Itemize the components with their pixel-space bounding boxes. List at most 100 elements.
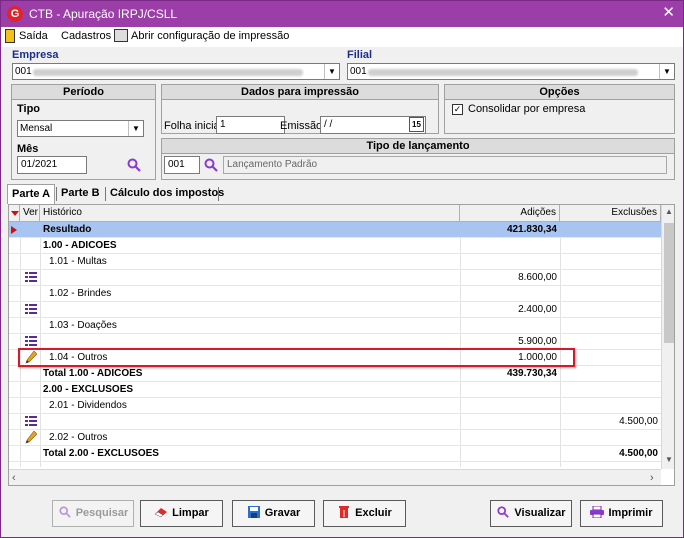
table-row[interactable]: 2.00 - EXCLUSOES bbox=[9, 382, 661, 398]
chevron-down-icon[interactable]: ▼ bbox=[659, 64, 674, 79]
tab-separator bbox=[218, 187, 219, 201]
visualizar-button[interactable]: Visualizar bbox=[490, 500, 572, 527]
table-row[interactable]: 8.600,00 bbox=[9, 270, 661, 286]
scroll-up-icon[interactable]: ▲ bbox=[662, 207, 674, 216]
table-row[interactable]: 2.400,00 bbox=[9, 302, 661, 318]
cell-historico: 2.01 - Dividendos bbox=[49, 400, 127, 411]
title-bar: G CTB - Apuração IRPJ/CSLL ✕ bbox=[1, 1, 683, 27]
row-indicator-icon bbox=[11, 226, 17, 234]
cell-historico: 2.02 - Outros bbox=[49, 432, 108, 443]
empresa-code: 001 bbox=[15, 66, 32, 77]
cell-adicoes bbox=[460, 238, 560, 254]
header-indicator-col bbox=[9, 205, 20, 222]
tab-calculo-impostos[interactable]: Cálculo dos impostos bbox=[106, 184, 228, 203]
table-row[interactable]: 1.00 - ADICOES bbox=[9, 238, 661, 254]
cell-exclusoes bbox=[560, 238, 661, 254]
cell-exclusoes bbox=[560, 254, 661, 270]
chevron-down-icon[interactable]: ▼ bbox=[324, 64, 339, 79]
cell-exclusoes bbox=[560, 270, 661, 286]
gravar-button[interactable]: Gravar bbox=[232, 500, 315, 527]
detail-list-icon[interactable] bbox=[25, 336, 37, 347]
table-row[interactable]: Total 1.00 - ADICOES 439.730,34 bbox=[9, 366, 661, 382]
consolidar-checkbox[interactable]: ✓ bbox=[452, 104, 463, 115]
cell-historico: 1.02 - Brindes bbox=[49, 288, 112, 299]
cell-exclusoes bbox=[560, 334, 661, 350]
cell-exclusoes bbox=[560, 430, 661, 446]
results-grid: Ver Histórico Adições Exclusões Resultad… bbox=[8, 204, 675, 486]
filial-code: 001 bbox=[350, 66, 367, 77]
scroll-thumb[interactable] bbox=[664, 223, 674, 343]
menu-registers[interactable]: Cadastros bbox=[61, 30, 111, 42]
mes-input[interactable]: 01/2021 bbox=[17, 156, 87, 174]
scroll-left-icon[interactable]: ‹ bbox=[12, 472, 16, 484]
menu-exit[interactable]: Saída bbox=[19, 30, 48, 42]
tab-parte-a[interactable]: Parte A bbox=[7, 184, 55, 204]
exit-door-icon[interactable] bbox=[5, 29, 15, 43]
folha-inicial-input[interactable]: 1 bbox=[216, 116, 285, 134]
cell-historico: 1.03 - Doações bbox=[49, 320, 117, 331]
search-icon[interactable] bbox=[127, 158, 141, 172]
header-ver[interactable]: Ver bbox=[20, 205, 40, 222]
cell-exclusoes bbox=[560, 286, 661, 302]
table-row[interactable]: 1.02 - Brindes bbox=[9, 286, 661, 302]
excluir-button[interactable]: Excluir bbox=[323, 500, 406, 527]
cell-historico bbox=[43, 302, 457, 318]
pencil-icon[interactable] bbox=[25, 430, 38, 444]
empresa-select[interactable]: 001 ▼ bbox=[12, 63, 340, 80]
tipo-lancamento-code-input[interactable]: 001 bbox=[164, 156, 200, 174]
cell-historico bbox=[43, 270, 457, 286]
vertical-scrollbar[interactable]: ▲ ▼ bbox=[661, 205, 674, 469]
scroll-down-icon[interactable]: ▼ bbox=[662, 455, 674, 464]
menu-print-config[interactable]: Abrir configuração de impressão bbox=[131, 30, 289, 42]
pesquisar-button[interactable]: Pesquisar bbox=[52, 500, 134, 527]
trash-icon bbox=[337, 503, 351, 518]
printer-icon bbox=[114, 29, 128, 42]
detail-list-icon[interactable] bbox=[25, 272, 37, 283]
limpar-button[interactable]: Limpar bbox=[140, 500, 223, 527]
filial-select[interactable]: 001 ▼ bbox=[347, 63, 675, 80]
cell-historico: 1.00 - ADICOES bbox=[43, 240, 117, 251]
tab-parte-b[interactable]: Parte B bbox=[57, 184, 104, 203]
table-row[interactable]: 1.03 - Doações bbox=[9, 318, 661, 334]
table-row[interactable]: 2.01 - Dividendos bbox=[9, 398, 661, 414]
header-adicoes[interactable]: Adições bbox=[460, 205, 560, 222]
table-row[interactable]: 4.500,00 bbox=[9, 414, 661, 430]
periodo-header: Período bbox=[12, 85, 155, 100]
opcoes-header: Opções bbox=[445, 85, 674, 100]
table-row[interactable]: Total 2.00 - EXCLUSOES 4.500,00 bbox=[9, 446, 661, 462]
tipo-select[interactable]: Mensal ▼ bbox=[17, 120, 144, 137]
cell-exclusoes bbox=[560, 350, 661, 366]
tipo-value: Mensal bbox=[20, 123, 53, 134]
cell-adicoes bbox=[460, 398, 560, 414]
cell-exclusoes bbox=[560, 398, 661, 414]
header-historico[interactable]: Histórico bbox=[40, 205, 460, 222]
cell-adicoes bbox=[460, 382, 560, 398]
calendar-icon[interactable]: 15 bbox=[409, 117, 424, 132]
emissao-label: Emissão bbox=[280, 120, 323, 132]
table-row[interactable]: Resultado 421.830,34 bbox=[9, 222, 661, 238]
cell-adicoes: 421.830,34 bbox=[506, 224, 557, 235]
pesquisar-label: Pesquisar bbox=[75, 507, 129, 519]
scroll-right-icon[interactable]: › bbox=[650, 472, 654, 484]
detail-list-icon[interactable] bbox=[25, 304, 37, 315]
chevron-down-icon[interactable]: ▼ bbox=[128, 121, 143, 136]
visualizar-label: Visualizar bbox=[514, 507, 566, 519]
search-icon bbox=[496, 503, 510, 518]
cell-exclusoes bbox=[560, 302, 661, 318]
header-exclusoes[interactable]: Exclusões bbox=[560, 205, 661, 222]
table-row[interactable]: 2.02 - Outros bbox=[9, 430, 661, 446]
imprimir-button[interactable]: Imprimir bbox=[580, 500, 663, 527]
gravar-label: Gravar bbox=[264, 507, 301, 519]
tipo-lancamento-description: Lançamento Padrão bbox=[223, 156, 667, 174]
horizontal-scrollbar[interactable]: ‹ › bbox=[9, 469, 661, 485]
close-icon[interactable]: ✕ bbox=[662, 5, 675, 21]
cell-adicoes bbox=[460, 414, 560, 430]
cell-adicoes bbox=[460, 286, 560, 302]
cell-adicoes bbox=[460, 446, 560, 462]
table-row[interactable]: 1.01 - Multas bbox=[9, 254, 661, 270]
cell-exclusoes bbox=[560, 318, 661, 334]
search-icon[interactable] bbox=[204, 158, 218, 172]
main-window: G CTB - Apuração IRPJ/CSLL ✕ Saída Cadas… bbox=[0, 0, 684, 538]
menu-bar: Saída Cadastros Abrir configuração de im… bbox=[1, 27, 683, 47]
detail-list-icon[interactable] bbox=[25, 416, 37, 427]
